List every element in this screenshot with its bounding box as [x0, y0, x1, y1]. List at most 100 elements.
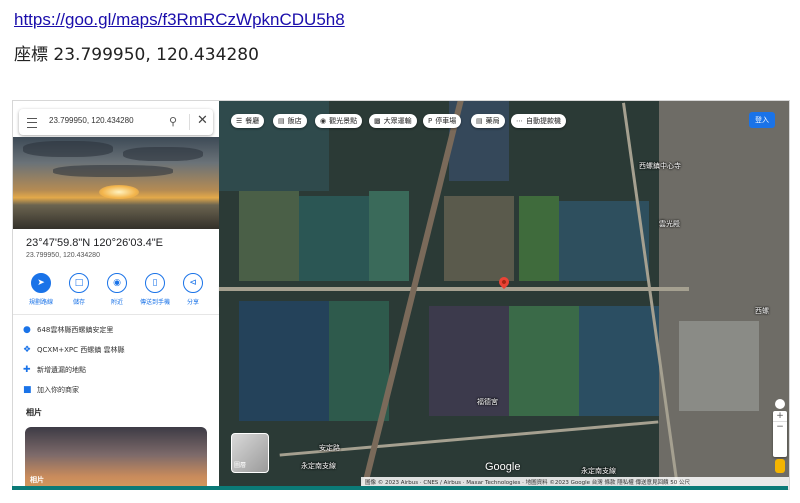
sign-in-button[interactable]: 登入: [749, 112, 775, 128]
info-text: QCXM+XPC 西螺鎮 雲林縣: [37, 346, 125, 354]
chip-parking[interactable]: P 停車場: [423, 114, 462, 128]
place-decimal-coords: 23.799950, 120.434280: [26, 252, 100, 259]
bottom-accent-bar: [12, 486, 788, 490]
info-address[interactable]: ● 648雲林縣西螺鎮安定里: [23, 325, 113, 335]
add-place-icon: ✚: [23, 365, 31, 375]
road-label: 永定南支線: [581, 467, 616, 475]
phone-icon: ▯: [145, 273, 165, 293]
bookmark-icon: □: [69, 273, 89, 293]
search-icon[interactable]: ⚲: [169, 115, 177, 128]
layers-toggle[interactable]: 圖層: [231, 433, 269, 473]
chip-label: 餐廳: [245, 117, 260, 125]
farmland-patch: [444, 196, 514, 281]
search-box[interactable]: 23.799950, 120.434280 ⚲ ✕: [19, 109, 213, 135]
satellite-map[interactable]: ☰ 餐廳 ▤ 飯店 ◉ 觀光景點 ▩ 大眾運輸 P 停車場 ▤ 藥局 ⋯ 自動提款機 登入 西…: [219, 101, 789, 489]
action-label: 儲存: [72, 299, 85, 306]
farmland-patch: [239, 301, 329, 421]
cloud-shape: [123, 147, 203, 161]
map-label[interactable]: 西螺: [755, 306, 769, 316]
place-photo[interactable]: [13, 137, 219, 229]
action-label: 傳送到手機: [139, 299, 170, 306]
info-add-business[interactable]: ■ 加入你的商家: [23, 385, 79, 395]
google-logo: Google: [485, 461, 521, 473]
parking-icon: P: [428, 117, 433, 125]
directions-icon: ➤: [31, 273, 51, 293]
town-area: [679, 321, 759, 411]
map-label[interactable]: 雲光殿: [659, 219, 680, 229]
menu-icon[interactable]: [27, 118, 37, 128]
chip-atm[interactable]: ⋯ 自動提款機: [511, 114, 566, 128]
road-line: [219, 287, 689, 291]
nearby-icon: ◉: [107, 273, 127, 293]
map-short-link[interactable]: https://goo.gl/maps/f3RmRCzWpknCDU5h8: [14, 10, 345, 30]
zoom-in-icon[interactable]: +: [773, 411, 787, 421]
farmland-patch: [509, 306, 579, 416]
action-nearby[interactable]: ◉ 附近: [99, 273, 135, 306]
search-divider: [189, 114, 190, 130]
camera-icon: ◉: [320, 117, 327, 125]
farmland-patch: [579, 306, 659, 416]
cloud-shape: [23, 141, 113, 157]
farmland-patch: [559, 201, 649, 281]
town-area: [659, 101, 789, 489]
action-label: 附近: [110, 299, 123, 306]
transit-icon: ▩: [374, 117, 381, 125]
layers-label: 圖層: [234, 462, 247, 469]
chip-label: 藥局: [485, 117, 500, 125]
farmland-patch: [299, 196, 369, 281]
plus-code-icon: ❖: [23, 345, 32, 355]
cloud-shape: [53, 165, 173, 177]
chip-transit[interactable]: ▩ 大眾運輸: [369, 114, 417, 128]
photo-thumbnail[interactable]: [25, 427, 207, 489]
close-icon[interactable]: ✕: [197, 113, 208, 128]
chip-hotels[interactable]: ▤ 飯店: [273, 114, 307, 128]
chip-label: 大眾運輸: [383, 117, 412, 125]
chip-attractions[interactable]: ◉ 觀光景點: [315, 114, 363, 128]
sun-glow: [99, 185, 139, 199]
info-text: 新增遺漏的地點: [37, 366, 86, 374]
place-title-dms: 23°47'59.8"N 120°26'03.4"E: [26, 237, 164, 249]
chip-label: 自動提款機: [526, 117, 561, 125]
share-icon: ⊲: [183, 273, 203, 293]
farmland-patch: [239, 191, 299, 281]
search-input[interactable]: 23.799950, 120.434280: [49, 116, 134, 125]
photo-thumbnail-label: 相片: [30, 476, 44, 484]
info-text: 648雲林縣西螺鎮安定里: [37, 326, 114, 334]
chip-label: 觀光景點: [329, 117, 358, 125]
farmland-patch: [329, 301, 389, 421]
coordinates-text: 座標 23.799950, 120.434280: [14, 45, 259, 65]
zoom-control[interactable]: + −: [773, 411, 787, 457]
maps-screenshot: 23.799950, 120.434280 ⚲ ✕ 23°47'59.8"N 1…: [12, 100, 790, 490]
location-pin-icon: ●: [23, 325, 31, 335]
zoom-out-icon[interactable]: −: [773, 421, 787, 432]
road-label: 安定路: [319, 444, 340, 452]
photos-heading: 相片: [26, 408, 42, 417]
info-plus-code[interactable]: ❖ QCXM+XPC 西螺鎮 雲林縣: [23, 345, 124, 355]
hotel-icon: ▤: [278, 117, 285, 125]
place-panel: 23.799950, 120.434280 ⚲ ✕ 23°47'59.8"N 1…: [13, 101, 219, 489]
info-add-missing-place[interactable]: ✚ 新增遺漏的地點: [23, 365, 86, 375]
chip-label: 飯店: [287, 117, 302, 125]
chip-restaurants[interactable]: ☰ 餐廳: [231, 114, 265, 128]
settings-icon[interactable]: [775, 399, 785, 409]
action-save[interactable]: □ 儲存: [61, 273, 97, 306]
farmland-patch: [519, 196, 559, 281]
panel-divider: [13, 314, 219, 315]
chip-pharmacy[interactable]: ▤ 藥局: [471, 114, 505, 128]
restaurant-icon: ☰: [236, 117, 243, 125]
action-share[interactable]: ⊲ 分享: [175, 273, 211, 306]
map-label[interactable]: 西螺鎮中心寺: [639, 161, 681, 171]
business-icon: ■: [23, 385, 32, 395]
action-buttons: ➤ 規劃路線 □ 儲存 ◉ 附近 ▯ 傳送到手機 ⊲ 分享: [19, 273, 215, 313]
action-label: 規劃路線: [28, 299, 53, 306]
street-view-pegman-icon[interactable]: [775, 459, 785, 473]
info-text: 加入你的商家: [37, 386, 79, 394]
farmland-patch: [369, 191, 409, 281]
action-directions[interactable]: ➤ 規劃路線: [23, 273, 59, 306]
action-label: 分享: [186, 299, 199, 306]
map-label[interactable]: 福德宮: [477, 397, 498, 407]
more-icon: ⋯: [516, 117, 523, 125]
chip-label: 停車場: [435, 117, 457, 125]
action-send-to-phone[interactable]: ▯ 傳送到手機: [137, 273, 173, 306]
road-label: 永定南支線: [301, 462, 336, 470]
